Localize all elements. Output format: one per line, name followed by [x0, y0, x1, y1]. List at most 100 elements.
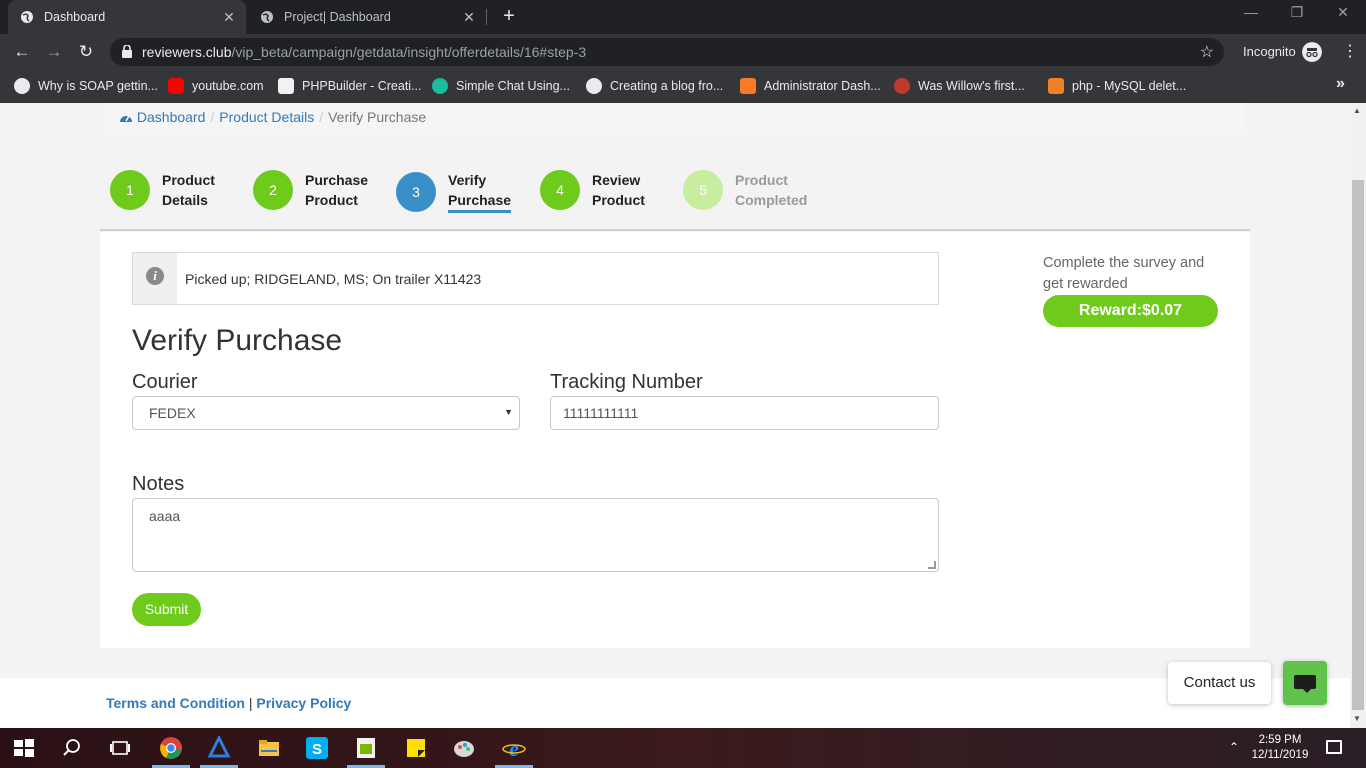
step-number: 3 — [396, 171, 436, 212]
bookmark-item[interactable]: Administrator Dash... — [740, 76, 881, 96]
scroll-up-arrow-icon[interactable]: ▲ — [1353, 106, 1361, 115]
alert-text: Picked up; RIDGELAND, MS; On trailer X11… — [185, 271, 482, 287]
privacy-link[interactable]: Privacy Policy — [256, 695, 351, 711]
close-window-icon[interactable]: ✕ — [1320, 4, 1366, 21]
reward-button[interactable]: Reward:$0.07 — [1043, 295, 1218, 327]
notes-textarea[interactable]: aaaa — [132, 498, 939, 572]
terms-link[interactable]: Terms and Condition — [106, 695, 245, 711]
more-bookmarks-icon[interactable]: » — [1336, 75, 1345, 93]
system-clock[interactable]: 2:59 PM 12/11/2019 — [1250, 733, 1310, 763]
chrome-icon[interactable] — [159, 736, 183, 760]
notepad-plus-icon[interactable] — [354, 736, 378, 760]
bookmark-label: youtube.com — [192, 79, 264, 93]
app-icon[interactable] — [207, 736, 231, 760]
step-label: Purchase Product — [305, 172, 369, 208]
skype-icon[interactable]: S — [305, 736, 329, 760]
chevron-down-icon: ▼ — [504, 407, 513, 417]
restore-icon[interactable]: ❐ — [1274, 4, 1320, 21]
footer: Terms and Condition | Privacy Policy — [0, 678, 1350, 728]
step-number: 5 — [683, 170, 723, 210]
submit-button[interactable]: Submit — [132, 593, 201, 626]
scrollbar-thumb[interactable] — [1352, 180, 1364, 710]
step-label: Product Completed — [735, 172, 808, 208]
browser-menu-icon[interactable]: ⋮ — [1340, 42, 1360, 62]
svg-text:e: e — [509, 736, 519, 760]
php-icon — [278, 78, 294, 94]
file-explorer-icon[interactable] — [257, 736, 281, 760]
incognito-icon[interactable] — [1302, 42, 1322, 62]
reload-icon[interactable]: ↻ — [74, 41, 98, 63]
step-review-product[interactable]: 4 Review Product — [540, 170, 645, 210]
chat-button[interactable] — [1283, 661, 1327, 705]
bookmarks-bar: Why is SOAP gettin... youtube.com PHPBui… — [0, 70, 1366, 103]
svg-text:S: S — [312, 741, 322, 758]
page-title: Verify Purchase — [132, 324, 343, 357]
globe-icon — [14, 78, 30, 94]
footer-links: Terms and Condition | Privacy Policy — [106, 695, 351, 711]
bookmark-label: Why is SOAP gettin... — [38, 79, 158, 93]
close-tab-icon[interactable]: ✕ — [218, 9, 240, 26]
info-icon: i — [146, 267, 164, 285]
notification-icon[interactable] — [1326, 740, 1342, 754]
tab-project-dashboard[interactable]: Project| Dashboard ✕ — [248, 0, 486, 34]
forward-arrow-icon[interactable]: → — [42, 41, 66, 63]
courier-selected-value: FEDEX — [149, 405, 196, 421]
notes-value: aaaa — [149, 508, 181, 524]
url-host: reviewers.club — [142, 44, 232, 60]
tab-label: Project| Dashboard — [284, 10, 391, 24]
bookmark-item[interactable]: Why is SOAP gettin... — [14, 76, 158, 96]
globe-icon — [261, 11, 273, 23]
bookmark-item[interactable]: php - MySQL delet... — [1048, 76, 1186, 96]
breadcrumb-dashboard-link[interactable]: Dashboard — [137, 109, 206, 125]
browser-tab-bar: Dashboard ✕ Project| Dashboard ✕ + — ❐ ✕ — [0, 0, 1366, 34]
tab-dashboard[interactable]: Dashboard ✕ — [8, 0, 246, 34]
courier-select[interactable]: FEDEX ▼ — [132, 396, 520, 430]
footer-divider: | — [248, 695, 253, 711]
chat-logo-icon — [432, 78, 448, 94]
contact-us-bubble[interactable]: Contact us — [1168, 662, 1271, 704]
tracking-number-input[interactable]: 11111111111 — [550, 396, 939, 430]
bookmark-item[interactable]: youtube.com — [168, 76, 264, 96]
bookmark-item[interactable]: Was Willow's first... — [894, 76, 1025, 96]
bookmark-item[interactable]: PHPBuilder - Creati... — [278, 76, 421, 96]
task-view-icon[interactable] — [108, 736, 132, 760]
bookmark-label: Creating a blog fro... — [610, 79, 724, 93]
address-bar[interactable]: reviewers.club/vip_beta/campaign/getdata… — [110, 38, 1224, 66]
wizard-steps: 1 Product Details 2 Purchase Product 3 Ver… — [100, 134, 1250, 231]
bookmark-label: Simple Chat Using... — [456, 79, 570, 93]
lock-icon — [122, 45, 132, 58]
step-verify-purchase[interactable]: 3 Verify Purchase — [396, 170, 512, 213]
tab-label: Dashboard — [44, 10, 106, 24]
paint-icon[interactable] — [452, 736, 476, 760]
bookmark-item[interactable]: Creating a blog fro... — [586, 76, 723, 96]
chevron-up-icon[interactable]: ⌃ — [1229, 740, 1239, 754]
back-arrow-icon[interactable]: ← — [10, 41, 34, 63]
step-purchase-product[interactable]: 2 Purchase Product — [253, 170, 368, 210]
internet-explorer-icon[interactable]: e — [502, 736, 526, 760]
minimize-icon[interactable]: — — [1228, 4, 1274, 20]
step-product-details[interactable]: 1 Product Details — [110, 170, 215, 210]
resize-grip-icon[interactable] — [928, 561, 936, 569]
bookmark-star-icon[interactable]: ☆ — [1200, 42, 1214, 62]
url-path: /vip_beta/campaign/getdata/insight/offer… — [231, 44, 587, 60]
step-product-completed[interactable]: 5 Product Completed — [683, 170, 807, 210]
windows-taskbar: S e ⌃ 2:59 PM 12/11/2019 — [0, 728, 1366, 768]
courier-label: Courier — [132, 371, 198, 393]
breadcrumb-separator: / — [210, 109, 215, 125]
bookmark-label: PHPBuilder - Creati... — [302, 79, 422, 93]
new-tab-button[interactable]: + — [498, 6, 520, 28]
breadcrumb: Dashboard / Product Details / Verify Purchas… — [105, 103, 1245, 134]
breadcrumb-product-details-link[interactable]: Product Details — [219, 109, 314, 125]
scroll-down-arrow-icon[interactable]: ▼ — [1353, 714, 1361, 723]
close-tab-icon[interactable]: ✕ — [458, 9, 480, 26]
step-number: 4 — [540, 170, 580, 210]
bookmark-item[interactable]: Simple Chat Using... — [432, 76, 570, 96]
search-icon[interactable] — [60, 736, 84, 760]
youtube-icon — [168, 78, 184, 94]
step-number: 1 — [110, 170, 150, 210]
windows-start-icon[interactable] — [12, 736, 36, 760]
sticky-notes-icon[interactable] — [404, 736, 428, 760]
alert-icon-box: i — [133, 253, 177, 304]
xampp-icon — [740, 78, 756, 94]
dashboard-gauge-icon — [120, 115, 132, 122]
